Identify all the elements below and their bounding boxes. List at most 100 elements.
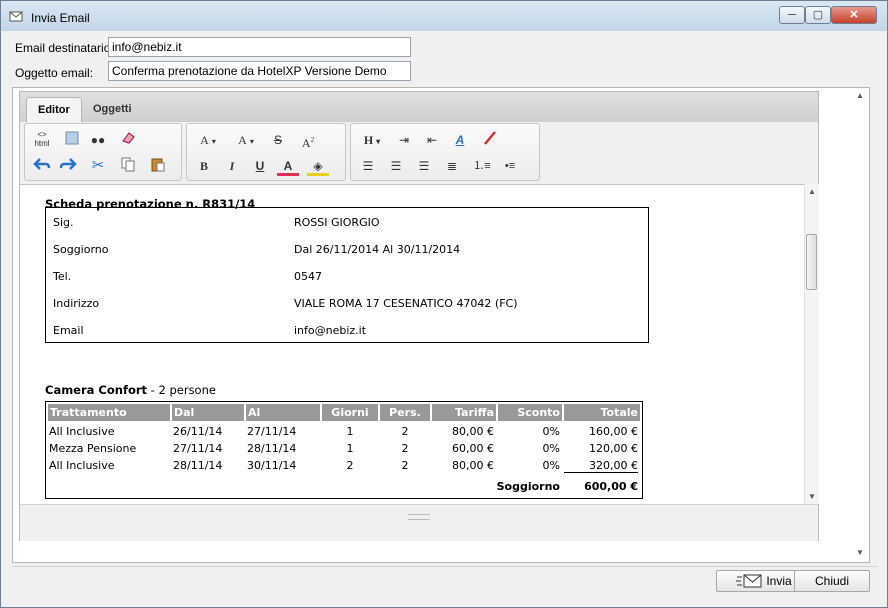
- col-header: Dal: [172, 404, 244, 421]
- cell: 26/11/14: [173, 425, 223, 438]
- email-window-icon: [9, 11, 23, 22]
- dropdown-arrow-icon: ▾: [376, 137, 381, 146]
- info-value: Dal 26/11/2014 Al 30/11/2014: [294, 243, 461, 256]
- scroll-down-arrow-icon[interactable]: ▼: [808, 492, 816, 501]
- heading-select[interactable]: H ▾: [355, 130, 389, 150]
- superscript-icon: 2: [310, 136, 315, 144]
- outdent-button[interactable]: ⇤: [421, 130, 443, 150]
- bold-button[interactable]: B: [193, 156, 215, 176]
- font-size-label: A: [238, 133, 247, 147]
- pricing-table: Trattamento Dal Al Giorni Pers. Tariffa …: [45, 401, 643, 499]
- scroll-up-arrow-icon[interactable]: ▲: [808, 187, 816, 196]
- font-family-select[interactable]: A ▾: [191, 130, 225, 150]
- align-left-button[interactable]: ☰: [357, 156, 379, 176]
- italic-button[interactable]: I: [221, 156, 243, 176]
- cell: 1: [346, 442, 354, 455]
- rich-text-editor: Editor Oggetti <> html ●● ✂ A ▾ A ▾ S A2…: [19, 91, 819, 541]
- code-icon: <>: [37, 130, 47, 139]
- scroll-up-arrow-icon[interactable]: ▲: [856, 91, 864, 100]
- subject-input[interactable]: [108, 61, 411, 81]
- email-dialog-window: Invia Email ─ ▢ ✕ Email destinatario: Og…: [0, 0, 888, 608]
- highlight-color-button[interactable]: ◈: [307, 156, 329, 176]
- table-header: Trattamento Dal Al Giorni Pers. Tariffa …: [48, 404, 640, 421]
- font-color-button[interactable]: A: [277, 156, 299, 176]
- binoculars-icon: ●●: [90, 133, 106, 147]
- redo-button[interactable]: [57, 156, 79, 176]
- indent-icon: ⇥: [398, 133, 410, 147]
- info-value: info@nebiz.it: [294, 324, 367, 337]
- superscript-button[interactable]: A2: [297, 130, 319, 150]
- document-scrollbar[interactable]: ▲ ▼: [804, 184, 819, 504]
- align-right-button[interactable]: ☰: [413, 156, 435, 176]
- align-left-icon: ☰: [362, 159, 374, 173]
- cell: 28/11/14: [173, 459, 223, 472]
- close-window-button[interactable]: ✕: [831, 6, 877, 24]
- paint-bucket-icon: ◈: [313, 159, 323, 173]
- strikethrough-button[interactable]: S: [267, 130, 289, 150]
- dialog-scrollbar[interactable]: ▲ ▼: [853, 88, 869, 562]
- style-icon: A: [455, 133, 465, 147]
- bullet-list-icon: •≡: [504, 160, 516, 172]
- info-key: Tel.: [53, 270, 72, 283]
- copy-button[interactable]: [117, 156, 139, 176]
- paste-button[interactable]: [147, 156, 169, 176]
- maximize-button[interactable]: ▢: [805, 6, 831, 24]
- cell: 2: [401, 425, 409, 438]
- cut-button[interactable]: ✂: [87, 156, 109, 176]
- cell: 0%: [542, 442, 560, 455]
- cell: 28/11/14: [247, 442, 297, 455]
- send-label: Invia: [766, 574, 792, 588]
- clear-format-button[interactable]: [117, 130, 139, 150]
- toolbar-group-font: A ▾ A ▾ S A2 B I U A ◈: [186, 123, 346, 181]
- info-key: Sig.: [53, 216, 74, 229]
- find-button[interactable]: ●●: [87, 130, 109, 150]
- toolbar-group-edit: <> html ●● ✂: [24, 123, 182, 181]
- paste-icon: [151, 158, 165, 172]
- superscript-label: A: [301, 136, 311, 150]
- table-row: All Inclusive 28/11/14 30/11/14 2 2 80,0…: [48, 458, 640, 475]
- undo-button[interactable]: [31, 156, 53, 176]
- scroll-down-arrow-icon[interactable]: ▼: [856, 548, 864, 557]
- info-key: Indirizzo: [53, 297, 100, 310]
- align-center-button[interactable]: ☰: [385, 156, 407, 176]
- ordered-list-button[interactable]: ⒈≡: [471, 156, 493, 176]
- underline-button[interactable]: U: [249, 156, 271, 176]
- room-name: Camera Confort: [45, 383, 148, 397]
- redo-icon: [59, 158, 77, 170]
- cell: 120,00 €: [589, 442, 638, 455]
- editor-document[interactable]: Scheda prenotazione n. R831/14 Sig. ROSS…: [20, 184, 804, 505]
- close-button[interactable]: Chiudi: [794, 570, 870, 592]
- cell: 0%: [542, 425, 560, 438]
- unordered-list-button[interactable]: •≡: [499, 156, 521, 176]
- cell: 27/11/14: [247, 425, 297, 438]
- html-source-button[interactable]: <> html: [31, 130, 53, 150]
- html-label: html: [34, 139, 50, 148]
- info-row: Soggiorno Dal 26/11/2014 Al 30/11/2014: [46, 235, 646, 262]
- room-title: Camera Confort - 2 persone: [45, 383, 216, 397]
- justify-button[interactable]: ≣: [441, 156, 463, 176]
- col-header: Sconto: [498, 404, 562, 421]
- align-center-icon: ☰: [390, 159, 402, 173]
- dropdown-arrow-icon: ▾: [249, 137, 254, 146]
- cell: 80,00 €: [452, 425, 494, 438]
- recipient-email-input[interactable]: [108, 37, 411, 57]
- col-header: Trattamento: [48, 404, 170, 421]
- brush-button[interactable]: [479, 130, 501, 150]
- text-style-button[interactable]: A: [449, 130, 471, 150]
- preview-button[interactable]: [61, 130, 83, 150]
- preview-icon: [65, 131, 79, 145]
- indent-button[interactable]: ⇥: [393, 130, 415, 150]
- editor-resize-area[interactable]: [20, 504, 818, 541]
- cell: 2: [401, 459, 409, 472]
- eraser-icon: [122, 132, 135, 144]
- envelope-icon: [736, 574, 762, 588]
- resize-grip-icon[interactable]: [408, 514, 430, 520]
- tab-oggetti[interactable]: Oggetti: [82, 97, 143, 122]
- tab-editor[interactable]: Editor: [26, 97, 82, 122]
- justify-icon: ≣: [446, 159, 458, 173]
- font-size-select[interactable]: A ▾: [229, 130, 263, 150]
- minimize-button[interactable]: ─: [779, 6, 805, 24]
- total-value: 600,00 €: [584, 480, 638, 493]
- cell: 320,00 €: [564, 459, 638, 473]
- scrollbar-thumb[interactable]: [806, 234, 817, 290]
